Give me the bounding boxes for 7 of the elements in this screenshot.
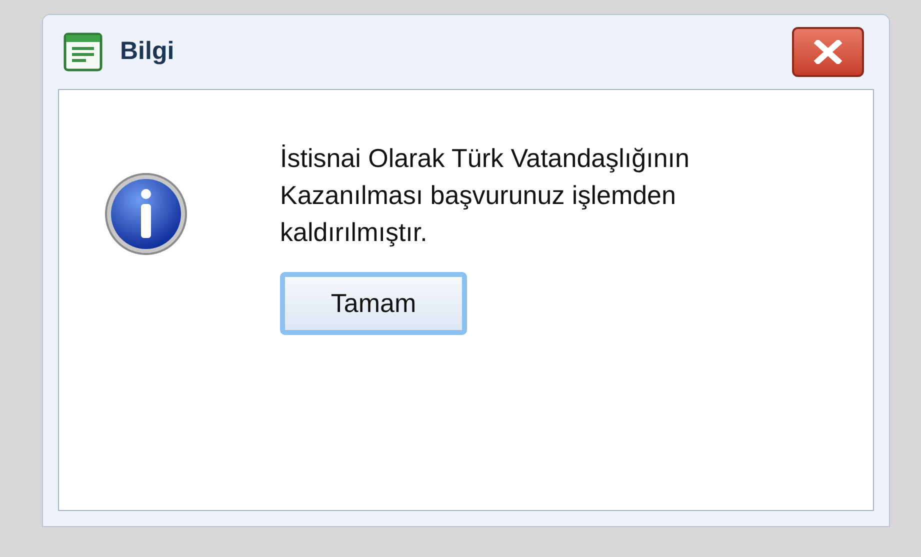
- ok-button[interactable]: Tamam: [280, 272, 467, 335]
- info-icon: [104, 172, 188, 256]
- close-button[interactable]: [792, 27, 864, 77]
- close-icon: [814, 40, 842, 64]
- message-text: İstisnai Olarak Türk Vatandaşlığının Kazanılması başvurunuz işlemden kaldırılmıştır.: [280, 142, 690, 249]
- window-icon: [63, 32, 103, 72]
- window-title: Bilgi: [120, 36, 174, 68]
